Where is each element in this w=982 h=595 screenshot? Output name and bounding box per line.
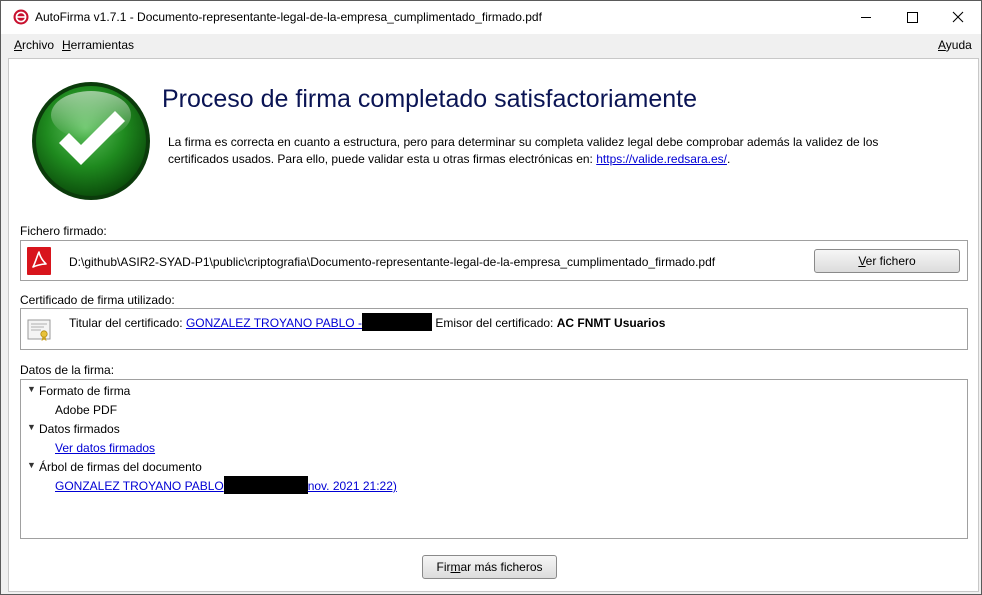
- signer-date[interactable]: nov. 2021 21:22): [308, 479, 397, 493]
- success-check-icon: [32, 82, 150, 200]
- signed-file-path: D:\github\ASIR2-SYAD-P1\public\criptogra…: [69, 255, 716, 269]
- redacted-block: [361, 313, 432, 332]
- autofirma-window: AutoFirma v1.7.1 - Documento-representan…: [0, 0, 982, 595]
- page-title: Proceso de firma completado satisfactori…: [162, 85, 697, 113]
- signature-data-label: Datos de la firma:: [20, 363, 115, 377]
- pdf-file-icon: [27, 247, 51, 275]
- menu-herramientas[interactable]: Herramientas: [62, 38, 134, 52]
- autofirma-logo-icon: [13, 9, 29, 25]
- certificate-icon: [27, 319, 51, 341]
- menu-bar: Archivo Herramientas Ayuda: [1, 34, 981, 56]
- view-file-button[interactable]: Ver fichero: [814, 249, 960, 273]
- expanded-triangle-icon[interactable]: ▼: [27, 460, 36, 470]
- minimize-button[interactable]: [843, 1, 889, 33]
- result-description: La firma es correcta en cuanto a estruct…: [168, 135, 879, 166]
- expanded-triangle-icon[interactable]: ▼: [27, 384, 36, 394]
- certificate-issuer-label: Emisor del certificado:: [435, 316, 557, 330]
- title-bar[interactable]: AutoFirma v1.7.1 - Documento-representan…: [1, 1, 981, 34]
- signature-data-tree[interactable]: ▼ Formato de firma Adobe PDF ▼ Datos fir…: [20, 379, 968, 539]
- window-title: AutoFirma v1.7.1 - Documento-representan…: [35, 10, 542, 24]
- certificate-holder-link[interactable]: GONZALEZ TROYANO PABLO -: [186, 316, 362, 330]
- signed-file-panel: D:\github\ASIR2-SYAD-P1\public\criptogra…: [20, 240, 968, 281]
- certificate-panel: Titular del certificado: GONZALEZ TROYAN…: [20, 308, 968, 350]
- certificate-issuer-value: AC FNMT Usuarios: [556, 316, 666, 330]
- menu-ayuda[interactable]: Ayuda: [938, 38, 972, 52]
- minimize-icon: [861, 17, 871, 18]
- maximize-button[interactable]: [889, 1, 935, 33]
- close-button[interactable]: [935, 1, 981, 33]
- signed-file-label: Fichero firmado:: [20, 224, 107, 238]
- result-panel: Proceso de firma completado satisfactori…: [8, 58, 979, 592]
- sign-more-files-button[interactable]: Firmar más ficheros: [422, 555, 557, 579]
- maximize-icon: [907, 12, 918, 23]
- certificate-holder-label: Titular del certificado:: [69, 316, 186, 330]
- certificate-details: Titular del certificado: GONZALEZ TROYAN…: [69, 313, 666, 332]
- expanded-triangle-icon[interactable]: ▼: [27, 422, 36, 432]
- signer-link[interactable]: GONZALEZ TROYANO PABLO: [55, 479, 224, 493]
- valide-link[interactable]: https://valide.redsara.es/: [596, 152, 727, 166]
- certificate-label: Certificado de firma utilizado:: [20, 293, 175, 307]
- menu-archivo[interactable]: Archivo: [14, 38, 54, 52]
- view-signed-data-link[interactable]: Ver datos firmados: [55, 441, 155, 455]
- redacted-block: [223, 476, 308, 495]
- close-icon: [952, 11, 964, 23]
